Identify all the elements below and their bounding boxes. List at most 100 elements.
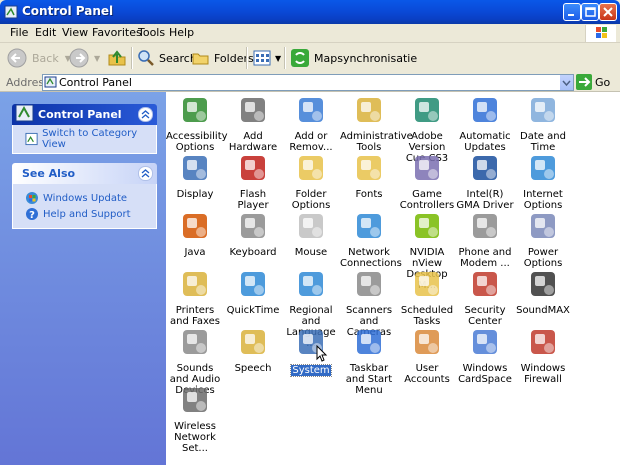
control-panel-item[interactable]: Windows Firewall [514, 326, 572, 385]
add-remove-programs-icon [299, 98, 323, 122]
control-panel-item[interactable]: Taskbar and Start Menu [340, 326, 398, 396]
control-panel-item-label: Internet Options [523, 189, 563, 211]
close-icon [603, 7, 613, 17]
control-panel-item[interactable]: Windows CardSpace [456, 326, 514, 385]
mapsync-label: Mapsynchronisatie [314, 51, 418, 65]
control-panel-taskbox-title: Control Panel [38, 108, 122, 121]
chevron-up-icon [141, 169, 150, 178]
control-panel-large-icon [15, 104, 34, 122]
control-panel-item[interactable]: Game Controllers [398, 152, 456, 211]
control-panel-item[interactable]: Intel(R) GMA Driver [456, 152, 514, 211]
menu-view[interactable]: View [62, 26, 88, 39]
control-panel-item[interactable]: Speech [224, 326, 282, 374]
control-panel-item[interactable]: Power Options [514, 210, 572, 269]
search-button[interactable]: Search [136, 47, 197, 69]
control-panel-item-label: Display [176, 189, 214, 200]
control-panel-item[interactable]: User Accounts [398, 326, 456, 385]
address-bar: Address Control Panel Go [0, 73, 620, 92]
address-dropdown-button[interactable] [560, 75, 573, 90]
taskbar-start-menu-icon [357, 330, 381, 354]
control-panel-item-label: Power Options [523, 247, 563, 269]
control-panel-item-label: QuickTime [226, 305, 280, 316]
control-panel-item-label: Taskbar and Start Menu [345, 363, 393, 396]
windows-update-icon [26, 192, 38, 204]
collapse-button[interactable] [138, 166, 153, 181]
toolbar-separator [131, 47, 133, 69]
windows-update-link[interactable]: Windows Update [13, 190, 156, 206]
control-panel-item[interactable]: Administrative Tools [340, 94, 413, 153]
control-panel-item-label: Add or Remov... [289, 131, 333, 153]
control-panel-taskbox-body: Switch to Category View [12, 125, 157, 154]
control-panel-item[interactable]: Accessibility Options [166, 94, 228, 153]
control-panel-item-label: Windows Firewall [520, 363, 566, 385]
control-panel-item[interactable]: Printers and Faxes [166, 268, 224, 327]
menu-file[interactable]: File [10, 26, 28, 39]
control-panel-item[interactable]: Java [166, 210, 224, 258]
control-panel-item[interactable]: Fonts [340, 152, 398, 200]
back-button[interactable]: Back ▼ [6, 47, 71, 69]
maximize-button[interactable] [581, 3, 599, 21]
views-icon [253, 50, 271, 66]
collapse-button[interactable] [138, 107, 153, 122]
control-panel-item[interactable]: Network Connections [340, 210, 402, 269]
go-arrow-icon [576, 74, 592, 90]
forward-button[interactable]: ▼ [68, 47, 100, 69]
control-panel-window: Control Panel File Edit View Favorites T… [0, 0, 620, 465]
menu-help[interactable]: Help [169, 26, 194, 39]
accessibility-icon [183, 98, 207, 122]
forward-arrow-icon [69, 48, 89, 68]
back-label: Back [32, 51, 59, 65]
control-panel-item[interactable]: Keyboard [224, 210, 282, 258]
chevron-up-icon [141, 110, 150, 119]
mouse-icon [299, 214, 323, 238]
control-panel-item[interactable]: Add Hardware [224, 94, 282, 153]
control-panel-item[interactable]: SoundMAX [514, 268, 572, 316]
control-panel-item[interactable]: Scheduled Tasks [398, 268, 456, 327]
control-panel-item[interactable]: Display [166, 152, 224, 200]
menu-tools[interactable]: Tools [138, 26, 165, 39]
control-panel-item[interactable]: System [282, 326, 340, 377]
title-bar[interactable]: Control Panel [0, 0, 620, 24]
menu-edit[interactable]: Edit [35, 26, 56, 39]
up-folder-button[interactable] [106, 47, 128, 69]
windows-logo [585, 25, 616, 42]
window-title: Control Panel [22, 4, 114, 18]
control-panel-item[interactable]: Phone and Modem ... [456, 210, 514, 269]
user-accounts-icon [415, 330, 439, 354]
control-panel-item-label: System [290, 364, 332, 377]
soundmax-icon [531, 272, 555, 296]
address-input[interactable]: Control Panel [42, 74, 574, 91]
control-panel-item[interactable]: Flash Player [224, 152, 282, 211]
control-panel-item[interactable]: QuickTime [224, 268, 282, 316]
folders-button[interactable]: Folders [191, 47, 254, 69]
regional-language-icon [299, 272, 323, 296]
go-button[interactable]: Go [576, 74, 610, 90]
mapsynchronisatie-button[interactable]: Mapsynchronisatie [290, 47, 417, 69]
switch-category-view-link[interactable]: Switch to Category View [13, 128, 156, 150]
control-panel-item[interactable]: Security Center [456, 268, 514, 327]
help-and-support-link[interactable]: ? Help and Support [13, 206, 156, 222]
control-panel-item-label: Wireless Network Set... [174, 421, 216, 454]
menu-favorites[interactable]: Favorites [92, 26, 142, 39]
up-folder-icon [108, 50, 126, 66]
quicktime-icon [241, 272, 265, 296]
views-dropdown-icon[interactable]: ▼ [275, 54, 281, 63]
control-panel-taskbox-header[interactable]: Control Panel [12, 104, 157, 125]
control-panel-item[interactable]: Folder Options [282, 152, 340, 211]
mouse-cursor-icon [316, 345, 328, 362]
see-also-taskbox-header[interactable]: See Also [12, 163, 157, 184]
control-panel-item[interactable]: Mouse [282, 210, 340, 258]
forward-dropdown-icon[interactable]: ▼ [94, 54, 100, 63]
intel-gma-icon [473, 156, 497, 180]
help-icon: ? [26, 208, 38, 221]
minimize-button[interactable] [563, 3, 581, 21]
close-button[interactable] [599, 3, 617, 21]
control-panel-item[interactable]: Automatic Updates [456, 94, 514, 153]
control-panel-item[interactable]: Wireless Network Set... [166, 384, 224, 454]
date-time-icon [531, 98, 555, 122]
chevron-down-icon [562, 80, 571, 87]
control-panel-item[interactable]: Date and Time [514, 94, 572, 153]
control-panel-item[interactable]: Internet Options [514, 152, 572, 211]
views-button[interactable]: ▼ [252, 47, 281, 69]
control-panel-item[interactable]: Add or Remov... [282, 94, 340, 153]
